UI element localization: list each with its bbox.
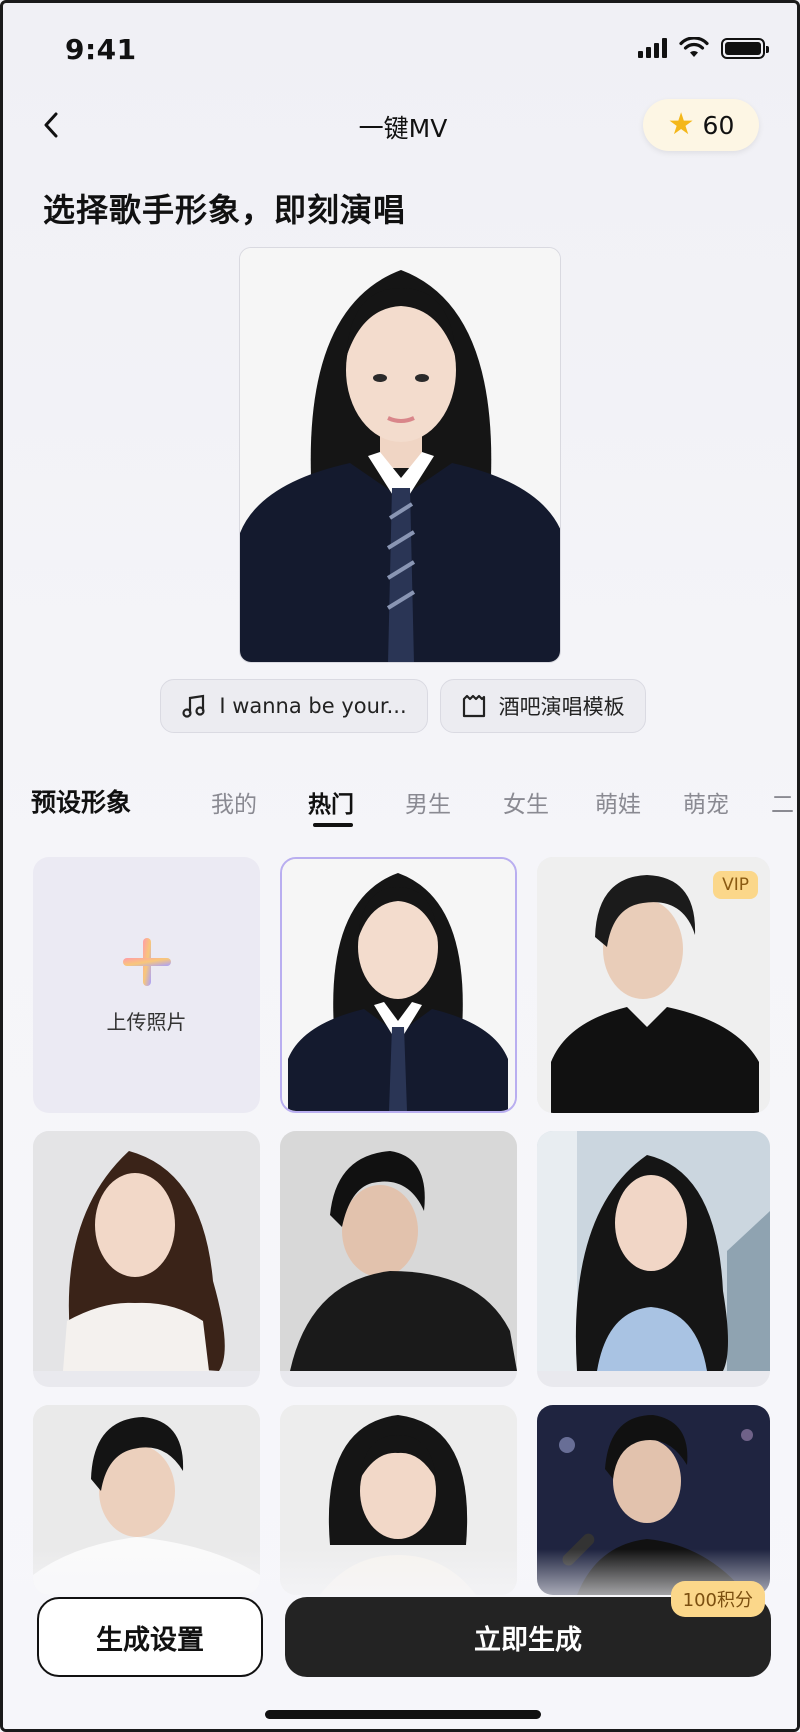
tab-mine[interactable]: 我的: [211, 785, 257, 819]
plus-icon: [122, 937, 171, 986]
preset-portrait-image: [282, 859, 515, 1111]
preset-portrait-image: [537, 1131, 770, 1371]
preset-section-label: 预设形象: [31, 788, 132, 817]
preset-tabs: 预设形象 我的 热门 男生 女生 萌娃 萌宠 二: [3, 777, 797, 837]
tab-active-indicator: [313, 823, 353, 827]
tab-popular[interactable]: 热门: [308, 785, 354, 819]
points-value: 60: [702, 110, 735, 140]
preset-card[interactable]: VIP: [537, 857, 770, 1113]
tab-female[interactable]: 女生: [503, 785, 549, 819]
status-icons: [638, 37, 769, 59]
tab-male[interactable]: 男生: [405, 785, 451, 819]
preset-card[interactable]: [33, 1131, 260, 1387]
wifi-icon: [679, 37, 709, 57]
app-screen: 9:41 一键MV ★ 60 选择歌手形象，即刻演唱 I wanna be yo…: [0, 0, 800, 1732]
battery-icon: [721, 37, 769, 59]
preset-grid: 上传照片 VIP: [33, 857, 775, 1595]
preset-card[interactable]: [280, 857, 517, 1113]
clapper-icon: [462, 694, 485, 718]
singer-portrait-image: [240, 248, 560, 662]
upload-photo-label: 上传照片: [106, 1009, 187, 1034]
preset-portrait-image: [280, 1131, 517, 1371]
headline: 选择歌手形象，即刻演唱: [43, 191, 407, 229]
preset-card[interactable]: [280, 1131, 517, 1387]
upload-photo-card[interactable]: 上传照片: [33, 857, 260, 1113]
preset-card[interactable]: [537, 1131, 770, 1387]
template-chips: I wanna be your... 酒吧演唱模板: [3, 679, 797, 733]
tab-pets[interactable]: 萌宠: [683, 785, 729, 819]
selected-singer-preview: [239, 247, 561, 663]
tab-anime[interactable]: 二: [771, 785, 794, 819]
generate-settings-button[interactable]: 生成设置: [37, 1597, 263, 1677]
status-time: 9:41: [65, 33, 137, 66]
preset-portrait-image: [33, 1131, 260, 1371]
points-badge[interactable]: ★ 60: [643, 99, 759, 151]
template-chip-label: 酒吧演唱模板: [498, 695, 625, 719]
template-chip[interactable]: 酒吧演唱模板: [439, 679, 646, 733]
tab-kids[interactable]: 萌娃: [595, 785, 641, 819]
cellular-signal-icon: [638, 38, 667, 58]
vip-badge: VIP: [713, 871, 758, 899]
song-chip[interactable]: I wanna be your...: [160, 679, 428, 733]
home-indicator[interactable]: [265, 1710, 541, 1719]
cost-badge: 100积分: [670, 1581, 765, 1617]
music-note-icon: [182, 694, 205, 718]
star-icon: ★: [667, 107, 695, 142]
song-chip-label: I wanna be your...: [219, 694, 407, 718]
